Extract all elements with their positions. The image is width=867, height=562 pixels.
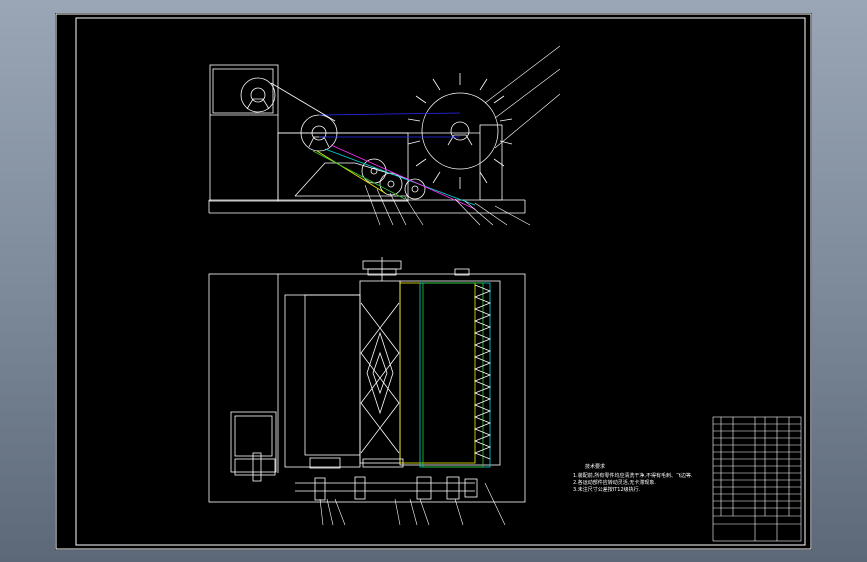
outer-frame	[55, 13, 812, 550]
notes-line-2: 2.各运动部件应转动灵活,无卡滞现象.	[573, 479, 656, 486]
cad-drawing: 技术要求 1.装配前,所有零件均应清洗干净,不得有毛刺、飞边等. 2.各运动部件…	[55, 13, 812, 550]
technical-notes: 技术要求 1.装配前,所有零件均应清洗干净,不得有毛刺、飞边等. 2.各运动部件…	[573, 463, 693, 493]
leader-lines-top	[364, 45, 561, 226]
shaft-bottom	[234, 452, 478, 501]
shaft-top	[362, 257, 470, 281]
drum-spikes	[407, 73, 513, 189]
notes-line-3: 3.未注尺寸公差按IT12级执行.	[573, 486, 641, 493]
comb-teeth	[473, 284, 492, 460]
inner-frame	[75, 17, 806, 546]
title-block	[712, 416, 802, 542]
drive-belts	[270, 82, 476, 210]
drawing-sheet: 技术要求 1.装配前,所有零件均应清洗干净,不得有毛刺、飞边等. 2.各运动部件…	[55, 13, 812, 550]
notes-line-1: 1.装配前,所有零件均应清洗干净,不得有毛刺、飞边等.	[573, 472, 693, 479]
plan-colored	[399, 282, 491, 468]
notes-title: 技术要求	[585, 463, 605, 470]
